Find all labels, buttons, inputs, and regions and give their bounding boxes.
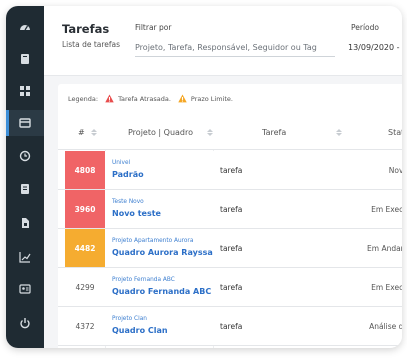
sidebar-item-list[interactable] xyxy=(6,176,44,202)
task-name[interactable]: tarefa xyxy=(220,283,242,292)
legend-late-label: Tarefa Atrasada. xyxy=(118,94,171,103)
sidebar-item-book[interactable] xyxy=(6,46,44,72)
page-header: Tarefas Lista de tarefas Filtrar por Per… xyxy=(44,6,402,76)
table-row[interactable]: 4299 Projeto Fernanda ABC Quadro Fernand… xyxy=(58,268,402,307)
sidebar-item-grid[interactable] xyxy=(6,78,44,104)
column-header-label: Stat xyxy=(388,127,402,137)
column-header-status[interactable]: Stat xyxy=(388,114,402,150)
filter-input[interactable] xyxy=(135,39,335,57)
table-header: # Projeto | Quadro Tarefa Stat xyxy=(58,114,402,150)
task-name[interactable]: tarefa xyxy=(220,205,242,214)
task-status: Em Andam xyxy=(367,244,402,253)
tasks-panel: Legenda: Tarefa Atrasada. Prazo Limite. … xyxy=(58,84,402,348)
task-number[interactable]: 4808 xyxy=(65,151,105,189)
task-number[interactable]: 4299 xyxy=(65,268,105,306)
project-name-link[interactable]: Projeto Apartamento Aurora xyxy=(112,238,212,244)
project-cell: Teste Novo Novo teste xyxy=(112,199,212,218)
board-name-link[interactable]: Novo teste xyxy=(112,209,212,218)
page-subtitle: Lista de tarefas xyxy=(62,40,121,49)
task-name[interactable]: tarefa xyxy=(220,244,242,253)
project-name-link[interactable]: Projeto Fernanda ABC xyxy=(112,277,212,283)
task-status: Nova xyxy=(388,166,402,175)
sidebar-item-logout[interactable] xyxy=(6,310,44,336)
task-status: Em Execu xyxy=(371,283,402,292)
sidebar-item-contacts[interactable] xyxy=(6,276,44,302)
column-header-number[interactable]: # xyxy=(78,114,97,150)
warning-red-icon xyxy=(105,94,114,103)
table-row[interactable]: 3960 Teste Novo Novo teste tarefa Em Exe… xyxy=(58,190,402,229)
task-status: Em Execu xyxy=(371,205,402,214)
filter-label: Filtrar por xyxy=(135,23,172,32)
list-icon xyxy=(21,184,29,194)
project-cell: Univel Padrão xyxy=(112,160,212,179)
project-cell: Projeto Fernanda ABC Quadro Fernanda ABC xyxy=(112,277,212,296)
period-date-range-input[interactable]: 13/09/2020 - 1 xyxy=(348,43,402,52)
project-name-link[interactable]: Univel xyxy=(112,160,212,166)
contact-card-icon xyxy=(19,284,31,294)
column-header-label: Tarefa xyxy=(262,127,287,137)
warning-orange-icon xyxy=(178,94,187,103)
power-icon xyxy=(20,318,30,329)
sidebar-item-dashboard[interactable] xyxy=(6,14,44,40)
dashboard-icon xyxy=(20,25,30,31)
period-label: Período xyxy=(351,23,379,32)
table-row[interactable]: 4808 Univel Padrão tarefa Nova xyxy=(58,151,402,190)
tasks-icon xyxy=(19,118,31,128)
book-icon xyxy=(21,54,29,64)
board-name-link[interactable]: Quadro Clan xyxy=(112,326,212,335)
app-window: Tarefas Lista de tarefas Filtrar por Per… xyxy=(6,6,402,348)
sort-icon xyxy=(90,128,97,136)
task-number[interactable]: 4482 xyxy=(65,229,105,267)
task-number[interactable]: 3960 xyxy=(65,190,105,228)
sidebar-item-documents[interactable] xyxy=(6,210,44,236)
grid-icon xyxy=(20,86,30,96)
task-name[interactable]: tarefa xyxy=(220,166,242,175)
column-header-project[interactable]: Projeto | Quadro xyxy=(128,114,214,150)
board-name-link[interactable]: Padrão xyxy=(112,170,212,179)
project-name-link[interactable]: Teste Novo xyxy=(112,199,212,205)
sidebar-item-reports[interactable] xyxy=(6,244,44,270)
sidebar-item-clock[interactable] xyxy=(6,143,44,169)
sidebar-item-tasks[interactable] xyxy=(6,110,44,136)
board-name-link[interactable]: Quadro Fernanda ABC xyxy=(112,287,212,296)
document-icon xyxy=(22,218,29,228)
page-title: Tarefas xyxy=(62,22,110,36)
legend: Legenda: Tarefa Atrasada. Prazo Limite. xyxy=(68,94,233,103)
legend-label: Legenda: xyxy=(68,94,99,103)
project-name-link[interactable]: Projeto Clan xyxy=(112,316,212,322)
column-header-label: # xyxy=(78,127,85,137)
chart-icon xyxy=(19,252,31,263)
sort-icon xyxy=(336,128,343,136)
table-row[interactable]: 4372 Projeto Clan Quadro Clan tarefa Aná… xyxy=(58,307,402,346)
sidebar xyxy=(6,6,44,348)
legend-deadline-label: Prazo Limite. xyxy=(190,94,233,103)
clock-icon xyxy=(19,150,31,162)
task-name[interactable]: tarefa xyxy=(220,322,242,331)
project-cell: Projeto Apartamento Aurora Quadro Aurora… xyxy=(112,238,213,257)
column-header-label: Projeto | Quadro xyxy=(128,127,194,137)
task-number[interactable]: 4372 xyxy=(65,307,105,345)
board-name-link[interactable]: Quadro Aurora Rayssa xyxy=(112,248,213,257)
table-row[interactable]: 4482 Projeto Apartamento Aurora Quadro A… xyxy=(58,229,402,268)
task-status: Análise do xyxy=(369,322,402,331)
column-header-task[interactable]: Tarefa xyxy=(262,114,343,150)
sort-icon xyxy=(207,128,214,136)
project-cell: Projeto Clan Quadro Clan xyxy=(112,316,212,335)
